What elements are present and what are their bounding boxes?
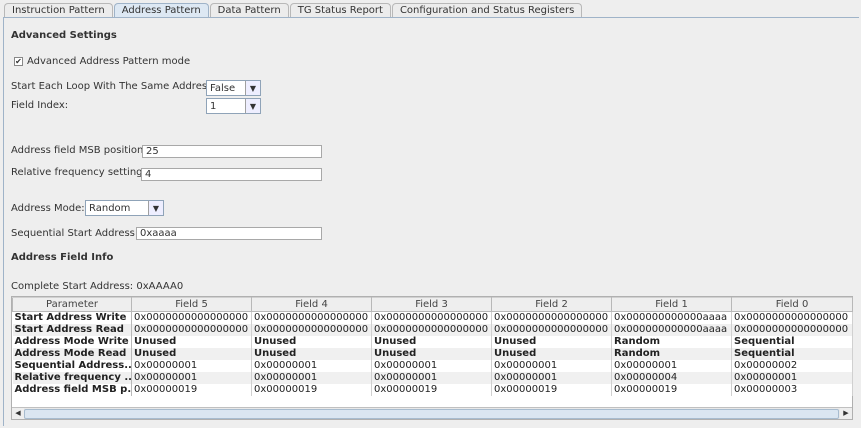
field-cell[interactable]: Unused [131, 347, 252, 360]
chevron-down-icon[interactable]: ▼ [245, 81, 260, 95]
tab-config-status-registers[interactable]: Configuration and Status Registers [391, 3, 583, 18]
scrollbar-thumb[interactable] [24, 409, 839, 419]
field-cell[interactable]: 0x00000001 [491, 359, 612, 372]
address-mode-value: Random [89, 203, 131, 214]
address-field-table: Parameter Field 5 Field 4 Field 3 Field 2 Fie… [12, 297, 853, 396]
field-cell[interactable]: 0x00000001 [371, 359, 492, 372]
field-cell[interactable]: 0x0000000000000000 [131, 311, 252, 324]
field-cell[interactable]: Unused [251, 335, 372, 348]
field-cell[interactable]: 0x0000000000000000 [251, 323, 372, 336]
table-row[interactable]: Relative frequency ... 0x00000001 0x000000… [12, 371, 853, 384]
field-cell[interactable]: 0x00000001 [611, 359, 732, 372]
field-index-label: Field Index: [11, 100, 69, 111]
parameter-cell[interactable]: Sequential Address... [12, 359, 132, 372]
chevron-down-icon[interactable]: ▼ [148, 201, 163, 215]
tab-bar: Instruction Pattern Address Pattern Data… [4, 3, 583, 18]
field-cell[interactable]: 0x00000019 [611, 383, 732, 396]
field-cell[interactable]: 0x00000001 [251, 359, 372, 372]
field-cell[interactable]: Unused [371, 335, 492, 348]
table-row[interactable]: Address Mode Read Unused Unused Unused Unuse… [12, 347, 853, 360]
field-cell[interactable]: 0x0000000000000000 [731, 323, 853, 336]
advanced-settings-heading: Advanced Settings [11, 30, 117, 41]
field-cell[interactable]: 0x00000001 [251, 371, 372, 384]
field-cell[interactable]: 0x00000001 [371, 371, 492, 384]
field-cell[interactable]: 0x0000000000000000 [731, 311, 853, 324]
field-cell[interactable]: 0x0000000000000000 [371, 311, 492, 324]
field-cell[interactable]: 0x00000004 [611, 371, 732, 384]
field-cell[interactable]: Random [611, 347, 732, 360]
field-cell[interactable]: 0x000000000000aaaa [611, 323, 732, 336]
parameter-cell[interactable]: Address Mode Read [12, 347, 132, 360]
field-cell[interactable]: Unused [491, 335, 612, 348]
field-cell[interactable]: 0x00000019 [251, 383, 372, 396]
tab-data-pattern[interactable]: Data Pattern [209, 3, 289, 18]
field-cell[interactable]: Unused [131, 335, 252, 348]
chevron-down-icon[interactable]: ▼ [245, 99, 260, 113]
address-field-info-heading: Address Field Info [11, 252, 114, 263]
address-mode-label: Address Mode: [11, 203, 85, 214]
table-row[interactable]: Address field MSB p... 0x00000019 0x000000… [12, 383, 853, 396]
field-cell[interactable]: 0x0000000000000000 [371, 323, 492, 336]
same-address-label: Start Each Loop With The Same Address: [11, 81, 216, 92]
tab-tg-status-report[interactable]: TG Status Report [289, 3, 391, 18]
field-cell[interactable]: 0x00000003 [731, 383, 853, 396]
field-cell[interactable]: 0x00000001 [491, 371, 612, 384]
field-cell[interactable]: Unused [251, 347, 372, 360]
field-cell[interactable]: 0x00000019 [371, 383, 492, 396]
parameter-cell[interactable]: Start Address Read [12, 323, 132, 336]
field-cell[interactable]: Sequential [731, 347, 853, 360]
field-cell[interactable]: 0x0000000000000000 [251, 311, 372, 324]
column-header[interactable]: Field 2 [491, 297, 612, 312]
same-address-value: False [210, 83, 236, 94]
parameter-cell[interactable]: Start Address Write [12, 311, 132, 324]
field-cell[interactable]: 0x0000000000000000 [491, 311, 612, 324]
table-row[interactable]: Start Address Write 0x0000000000000000 0x0… [12, 311, 853, 324]
field-cell[interactable]: 0x00000001 [131, 359, 252, 372]
same-address-select[interactable]: False ▼ [206, 80, 261, 96]
field-cell[interactable]: 0x00000001 [131, 371, 252, 384]
table-row[interactable]: Start Address Read 0x0000000000000000 0x00… [12, 323, 853, 336]
parameter-cell[interactable]: Address field MSB p... [12, 383, 132, 396]
table-row[interactable]: Address Mode Write Unused Unused Unused Unus… [12, 335, 853, 348]
field-index-value: 1 [210, 101, 217, 112]
tab-instruction-pattern[interactable]: Instruction Pattern [4, 3, 113, 18]
field-cell[interactable]: Unused [491, 347, 612, 360]
table-row[interactable]: Sequential Address... 0x00000001 0x0000000… [12, 359, 853, 372]
advanced-mode-label: Advanced Address Pattern mode [27, 56, 191, 67]
freq-label: Relative frequency setting: [11, 167, 146, 178]
field-cell[interactable]: Random [611, 335, 732, 348]
field-cell[interactable]: 0x00000019 [131, 383, 252, 396]
parameter-cell[interactable]: Relative frequency ... [12, 371, 132, 384]
column-header[interactable]: Field 1 [611, 297, 732, 312]
field-cell[interactable]: Unused [371, 347, 492, 360]
address-mode-select[interactable]: Random ▼ [85, 200, 164, 216]
complete-start-address: Complete Start Address: 0xAAAA0 [11, 281, 184, 292]
field-cell[interactable]: 0x000000000000aaaa [611, 311, 732, 324]
advanced-mode-checkbox[interactable]: ✔ [14, 57, 23, 66]
msb-input[interactable]: 25 [142, 145, 322, 158]
column-header[interactable]: Field 0 [731, 297, 853, 312]
column-header[interactable]: Parameter [12, 297, 132, 312]
field-cell[interactable]: 0x00000001 [731, 371, 853, 384]
scroll-left-icon[interactable]: ◀ [12, 408, 24, 419]
field-cell[interactable]: 0x0000000000000000 [491, 323, 612, 336]
msb-label: Address field MSB position: [11, 145, 147, 156]
field-cell[interactable]: Sequential [731, 335, 853, 348]
parameter-cell[interactable]: Address Mode Write [12, 335, 132, 348]
tab-address-pattern[interactable]: Address Pattern [113, 3, 209, 18]
column-header[interactable]: Field 4 [251, 297, 372, 312]
freq-input[interactable]: 4 [141, 168, 322, 181]
field-cell[interactable]: 0x0000000000000000 [131, 323, 252, 336]
column-header[interactable]: Field 3 [371, 297, 492, 312]
field-index-select[interactable]: 1 ▼ [206, 98, 261, 114]
horizontal-scrollbar[interactable]: ◀ ▶ [12, 407, 852, 419]
field-cell[interactable]: 0x00000019 [491, 383, 612, 396]
scroll-right-icon[interactable]: ▶ [840, 408, 852, 419]
seq-start-input[interactable]: 0xaaaa [136, 227, 322, 240]
seq-start-label: Sequential Start Address: [11, 228, 139, 239]
field-cell[interactable]: 0x00000002 [731, 359, 853, 372]
column-header[interactable]: Field 5 [131, 297, 252, 312]
